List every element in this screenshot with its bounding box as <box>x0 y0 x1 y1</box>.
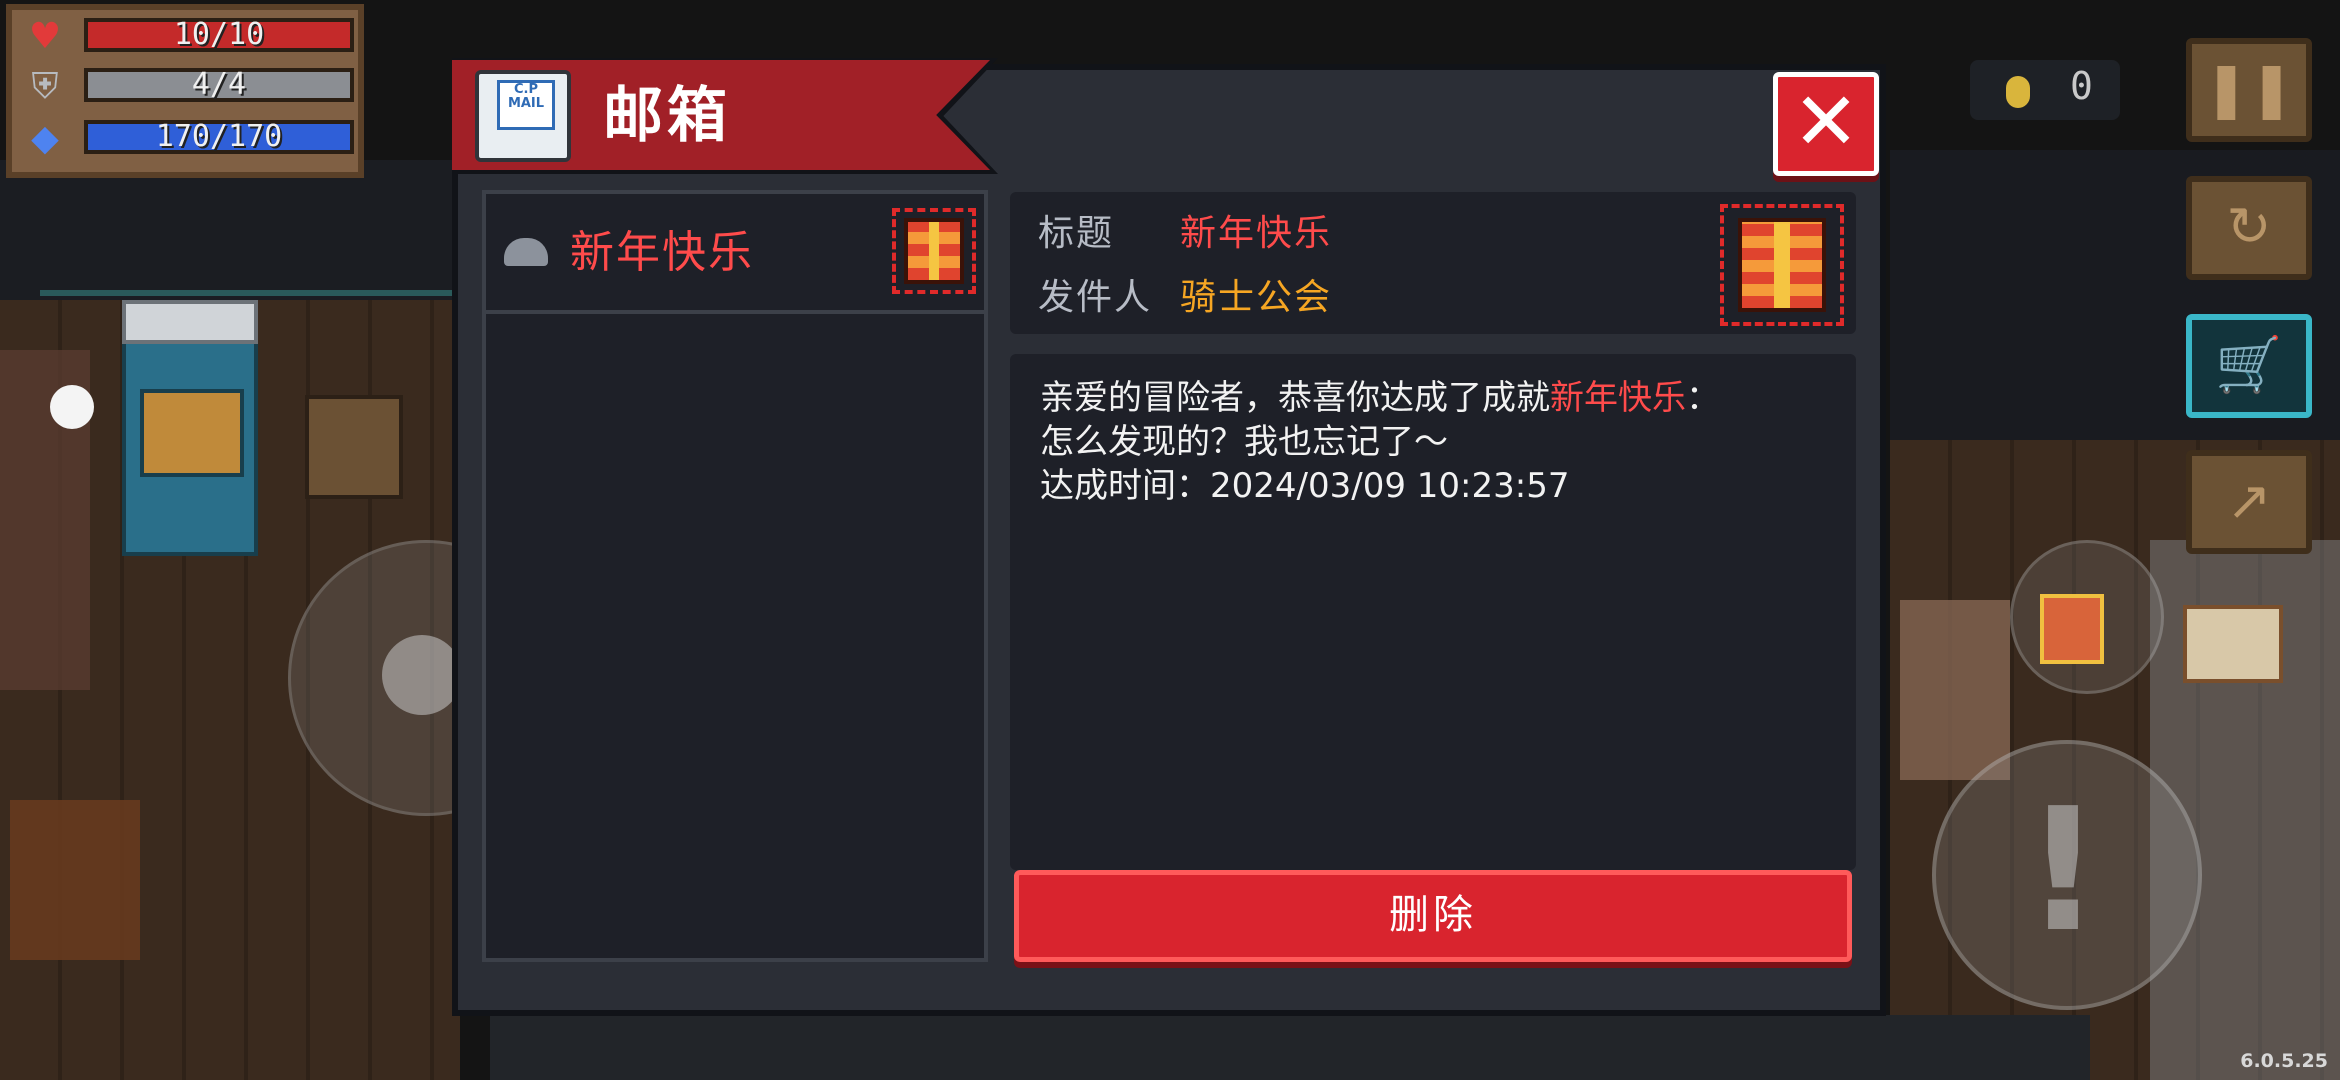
shop-button[interactable]: 🛒 <box>2186 314 2312 418</box>
mail-item-title: 新年快乐 <box>570 227 754 278</box>
hp-value: 10/10 <box>173 17 265 52</box>
vending-machine[interactable] <box>122 300 258 556</box>
armor-value: 4/4 <box>191 67 247 102</box>
swap-button[interactable]: ↻ <box>2186 176 2312 280</box>
close-icon: ✕ <box>1792 75 1860 168</box>
pause-icon: ❚❚ <box>2203 57 2295 120</box>
floor-props <box>490 1015 2090 1080</box>
exit-icon: ↗ <box>2226 469 2272 532</box>
joystick-knob[interactable] <box>382 635 462 715</box>
opened-mail-icon <box>504 238 548 266</box>
coin-icon <box>2006 76 2030 108</box>
chest[interactable] <box>305 395 403 499</box>
mail-list-item[interactable]: 新年快乐 <box>486 194 984 314</box>
indicator-dot <box>50 385 94 429</box>
hp-bar: 10/10 <box>84 18 354 52</box>
gift-icon <box>904 218 964 284</box>
energy-value: 170/170 <box>155 119 283 154</box>
shopping-cart-icon: 🛒 <box>2215 333 2283 396</box>
certificate <box>2183 605 2283 683</box>
sender-label: 发件人 <box>1038 277 1153 318</box>
sender-value: 骑士公会 <box>1180 277 1333 318</box>
mail-detail-header: 标题 新年快乐 发件人 骑士公会 <box>1010 192 1856 334</box>
skill-icon: ! <box>2024 772 2102 970</box>
subject-label: 标题 <box>1038 213 1115 254</box>
subject-value: 新年快乐 <box>1180 213 1333 254</box>
gift-icon[interactable] <box>1738 218 1826 312</box>
body-text: 亲爱的冒险者，恭喜你达成了成就 <box>1040 378 1550 418</box>
close-button[interactable]: ✕ <box>1773 72 1879 176</box>
gold-counter <box>1970 60 2120 120</box>
version-label: 6.0.5.25 <box>2240 1050 2328 1072</box>
mail-body-line: 怎么发现的？我也忘记了～ <box>1040 422 1448 462</box>
vending-window <box>140 389 244 477</box>
mail-list: 新年快乐 <box>482 190 988 962</box>
armor-bar: 4/4 <box>84 68 354 102</box>
energy-bar: 170/170 <box>84 120 354 154</box>
dialog-title: 邮箱 <box>603 81 731 151</box>
swap-icon: ↻ <box>2226 195 2272 258</box>
mail-body: 亲爱的冒险者，恭喜你达成了成就新年快乐： 怎么发现的？我也忘记了～ 达成时间：2… <box>1010 354 1856 870</box>
wall <box>0 160 470 310</box>
mail-card-label: C.P MAIL <box>497 80 555 130</box>
gold-value: 0 <box>2070 64 2093 108</box>
wall-trim <box>40 290 480 296</box>
mail-body-line: 亲爱的冒险者，恭喜你达成了成就新年快乐： <box>1040 376 1720 420</box>
player-stats-panel: ♥ 10/10 ⛨ 4/4 ◆ 170/170 <box>6 4 364 178</box>
body-text: ： <box>1686 378 1720 418</box>
npc-character[interactable] <box>10 800 140 960</box>
heart-icon: ♥ <box>28 16 62 57</box>
vending-lid <box>122 300 258 344</box>
gift-icon <box>2040 594 2104 664</box>
pause-button[interactable]: ❚❚ <box>2186 38 2312 142</box>
shield-icon: ⛨ <box>31 66 59 107</box>
delete-button[interactable]: 删除 <box>1014 870 1852 962</box>
mail-icon: C.P MAIL <box>475 70 571 162</box>
achievement-time: 达成时间：2024/03/09 10:23:57 <box>1040 466 1570 506</box>
achievement-name: 新年快乐 <box>1550 378 1686 418</box>
exit-button[interactable]: ↗ <box>2186 450 2312 554</box>
diamond-icon: ◆ <box>31 118 59 159</box>
